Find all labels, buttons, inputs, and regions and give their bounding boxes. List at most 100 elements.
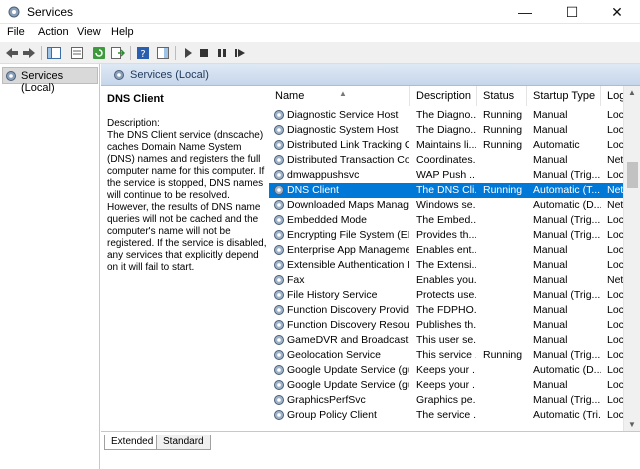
service-gear-icon (274, 170, 284, 180)
cell-name: Group Policy Client (287, 409, 377, 421)
column-header-startup-type[interactable]: Startup Type (527, 86, 601, 106)
cell-name: GameDVR and Broadcast Us... (287, 334, 409, 346)
selected-service-name: DNS Client (107, 93, 164, 105)
vertical-scrollbar[interactable]: ▲ ▼ (623, 86, 640, 431)
column-header-description[interactable]: Description (410, 86, 477, 106)
properties-list-icon[interactable] (69, 45, 85, 61)
table-row[interactable]: Function Discovery Provide... The FDPHO..… (269, 303, 640, 318)
cell-name: Geolocation Service (287, 349, 381, 361)
start-service-icon[interactable] (180, 45, 196, 61)
cell-name: dmwappushsvc (287, 169, 360, 181)
service-gear-icon (274, 380, 284, 390)
service-gear-icon (274, 110, 284, 120)
table-row[interactable]: Encrypting File System (EFS) Provides th.… (269, 228, 640, 243)
pause-service-icon[interactable] (214, 45, 230, 61)
panel-header: Services (Local) (101, 64, 640, 86)
restart-service-icon[interactable] (232, 45, 248, 61)
table-row[interactable]: GraphicsPerfSvc Graphics pe... Manual (Tri… (269, 393, 640, 408)
table-row[interactable]: Function Discovery Resourc... Publishes t… (269, 318, 640, 333)
table-row[interactable]: Geolocation Service This service ... Runni… (269, 348, 640, 363)
scroll-down-icon[interactable]: ▼ (628, 420, 636, 429)
cell-description: The Diagno... (416, 109, 476, 121)
table-row[interactable]: Google Update Service (gup... Keeps your … (269, 378, 640, 393)
description-pane: DNS Client Description: The DNS Client s… (101, 86, 267, 431)
cell-description: Protects use... (416, 289, 476, 301)
back-icon[interactable] (4, 45, 20, 61)
table-row[interactable]: Diagnostic Service Host The Diagno... Runn… (269, 108, 640, 123)
scroll-up-icon[interactable]: ▲ (628, 88, 636, 97)
cell-name: Distributed Link Tracking Cl... (287, 139, 409, 151)
column-header-name[interactable]: Name ▲ (269, 86, 410, 106)
menu-help[interactable]: Help (111, 26, 134, 38)
show-hide-console-tree-icon[interactable] (46, 45, 62, 61)
toolbar-separator (130, 46, 131, 60)
table-row[interactable]: Extensible Authentication P... The Extens… (269, 258, 640, 273)
cell-startup-type: Automatic (D... (533, 199, 601, 211)
service-gear-icon (274, 350, 284, 360)
service-gear-icon (274, 410, 284, 420)
cell-startup-type: Manual (533, 109, 568, 121)
show-action-pane-icon[interactable] (155, 45, 171, 61)
toolbar: ? (0, 42, 640, 64)
table-row[interactable]: Distributed Transaction Coo... Coordinate… (269, 153, 640, 168)
table-row[interactable]: Diagnostic System Host The Diagno... Runni… (269, 123, 640, 138)
cell-name: Function Discovery Provide... (287, 304, 409, 316)
export-list-icon[interactable] (109, 45, 125, 61)
maximize-button[interactable]: ☐ (549, 0, 595, 24)
cell-startup-type: Manual (Trig... (533, 214, 601, 226)
refresh-icon[interactable] (91, 45, 107, 61)
tab-extended[interactable]: Extended (104, 435, 161, 450)
forward-icon[interactable] (21, 45, 37, 61)
cell-description: Keeps your ... (416, 379, 476, 391)
service-gear-icon (274, 200, 284, 210)
table-row[interactable]: Fax Enables you... Manual Net (269, 273, 640, 288)
table-row[interactable]: File History Service Protects use... Manua… (269, 288, 640, 303)
column-header-status[interactable]: Status (477, 86, 527, 106)
cell-description: Windows se... (416, 199, 476, 211)
table-row[interactable]: Distributed Link Tracking Cl... Maintains… (269, 138, 640, 153)
cell-description: Enables ent... (416, 244, 476, 256)
service-gear-icon (274, 140, 284, 150)
close-button[interactable]: ✕ (594, 0, 640, 24)
menu-view[interactable]: View (77, 26, 101, 38)
service-gear-icon (274, 230, 284, 240)
cell-startup-type: Manual (533, 319, 568, 331)
cell-description: The Embed... (416, 214, 476, 226)
cell-name: Google Update Service (gup... (287, 379, 409, 391)
minimize-button[interactable]: — (502, 0, 548, 24)
cell-name: Diagnostic System Host (287, 124, 399, 136)
view-tabs: Extended Standard (101, 431, 640, 469)
menu-file[interactable]: File (7, 26, 25, 38)
table-row[interactable]: GameDVR and Broadcast Us... This user se.… (269, 333, 640, 348)
table-row[interactable]: Google Update Service (gup... Keeps your … (269, 363, 640, 378)
cell-startup-type: Manual (Trig... (533, 229, 601, 241)
cell-description: Provides th... (416, 229, 476, 241)
cell-startup-type: Automatic (D... (533, 364, 601, 376)
service-gear-icon (274, 290, 284, 300)
toolbar-separator (41, 46, 42, 60)
console-tree: Services (Local) (0, 64, 100, 469)
stop-service-icon[interactable] (196, 45, 212, 61)
cell-startup-type: Manual (533, 259, 568, 271)
table-row[interactable]: dmwappushsvc WAP Push ... Manual (Trig... L… (269, 168, 640, 183)
table-row[interactable]: DNS Client The DNS Cli... Running Automatic… (269, 183, 640, 198)
cell-status: Running (483, 109, 523, 121)
table-row[interactable]: Enterprise App Managemen... Enables ent..… (269, 243, 640, 258)
cell-status: Running (483, 349, 523, 361)
menu-action[interactable]: Action (38, 26, 69, 38)
tab-standard[interactable]: Standard (156, 435, 211, 450)
table-row[interactable]: Downloaded Maps Manager Windows se... Auto… (269, 198, 640, 213)
scroll-thumb[interactable] (627, 162, 638, 188)
services-gear-icon (8, 6, 20, 18)
cell-name: Function Discovery Resourc... (287, 319, 409, 331)
table-row[interactable]: Group Policy Client The service ... Automa… (269, 408, 640, 423)
table-row[interactable]: Embedded Mode The Embed... Manual (Trig...… (269, 213, 640, 228)
cell-name: Embedded Mode (287, 214, 367, 226)
service-gear-icon (274, 365, 284, 375)
cell-startup-type: Manual (533, 124, 568, 136)
cell-startup-type: Manual (Trig... (533, 169, 601, 181)
cell-description: The DNS Cli... (416, 184, 476, 196)
service-gear-icon (274, 215, 284, 225)
help-icon[interactable]: ? (135, 45, 151, 61)
tree-item-services-local[interactable]: Services (Local) (2, 67, 98, 94)
